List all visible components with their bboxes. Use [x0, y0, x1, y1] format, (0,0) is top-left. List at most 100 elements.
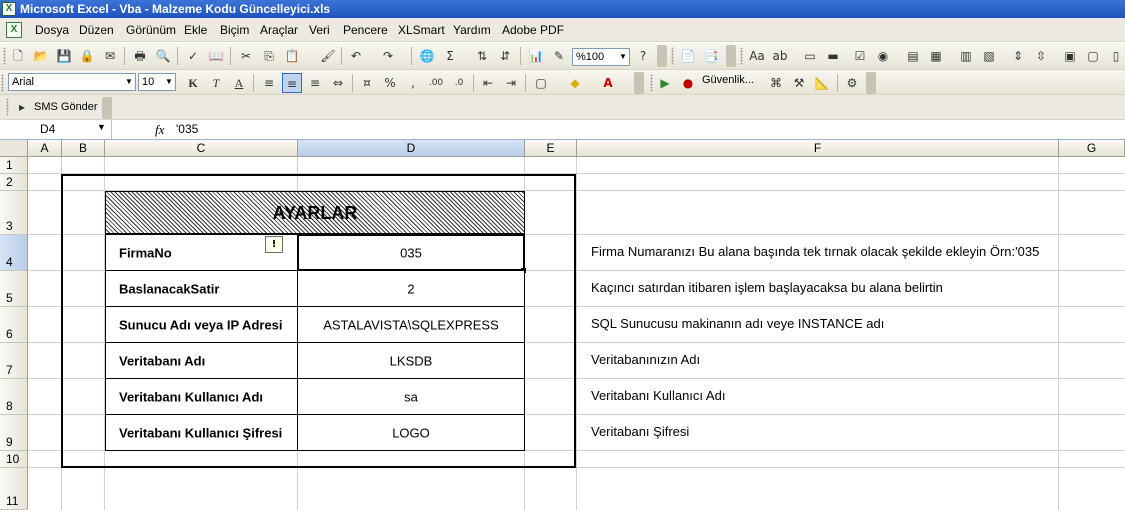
setting-value-cell[interactable]: sa [297, 378, 525, 415]
setting-note[interactable]: Firma Numaranızı Bu alana başında tek tı… [591, 244, 1039, 259]
row-header-7[interactable]: 7 [0, 343, 28, 379]
research-icon[interactable]: 📖 [206, 46, 226, 66]
vba-editor-icon[interactable]: ⌘ [766, 73, 786, 93]
toolbar-grip[interactable] [650, 74, 653, 92]
listbox-control-icon[interactable]: ▤ [903, 46, 923, 66]
setting-value-cell[interactable]: ASTALAVISTA\SQLEXPRESS [297, 306, 525, 343]
name-box[interactable]: D4 ▼ [0, 120, 112, 139]
groupbox-control-icon[interactable]: ▭ [800, 46, 820, 66]
increase-decimal-icon[interactable]: .00 [426, 73, 446, 93]
properties-icon[interactable]: ⇕ [1008, 46, 1028, 66]
undo-icon[interactable]: ↶ [346, 46, 366, 66]
setting-note[interactable]: Kaçıncı satırdan itibaren işlem başlayac… [591, 280, 943, 295]
toolbar-grip[interactable] [3, 47, 6, 65]
bold-icon[interactable]: K [183, 73, 203, 93]
zoom-select[interactable]: %100 ▼ [572, 48, 630, 66]
menu-window[interactable]: Pencere [343, 23, 388, 37]
menu-tools[interactable]: Araçlar [260, 23, 298, 37]
setting-note[interactable]: Veritabanınızın Adı [591, 352, 700, 367]
copy-icon[interactable]: ⎘ [259, 46, 279, 66]
run-dialog-icon[interactable]: ▢ [1083, 46, 1103, 66]
security-button[interactable]: Güvenlik... [702, 74, 754, 86]
row-header-4[interactable]: 4 [0, 235, 28, 271]
menu-format[interactable]: Biçim [220, 23, 249, 37]
toolbar-overflow[interactable] [102, 97, 112, 119]
currency-icon[interactable]: ¤ [357, 73, 377, 93]
row-header-3[interactable]: 3 [0, 191, 28, 235]
sort-ascending-icon[interactable]: ⇅ [472, 46, 492, 66]
percent-icon[interactable]: % [380, 73, 400, 93]
edit-code-icon[interactable]: ⇳ [1031, 46, 1051, 66]
borders-icon[interactable]: ▢ [531, 73, 551, 93]
chevron-down-icon[interactable]: ▼ [97, 122, 106, 132]
toolbar-grip[interactable] [1, 74, 4, 92]
column-header-b[interactable]: B [62, 140, 105, 157]
column-header-c[interactable]: C [105, 140, 298, 157]
scrollbar-control-icon[interactable]: ▥ [956, 46, 976, 66]
setting-label-cell[interactable]: Veritabanı Kullanıcı Adı [105, 378, 298, 415]
formula-input[interactable]: '035 [176, 122, 198, 136]
comma-style-icon[interactable]: , [403, 73, 423, 93]
column-header-a[interactable]: A [28, 140, 62, 157]
sms-send-button[interactable]: SMS Gönder [34, 101, 98, 113]
toolbar-grip[interactable] [671, 47, 674, 65]
combobox-control-icon[interactable]: ▦ [926, 46, 946, 66]
setting-label-cell[interactable]: Veritabanı Adı [105, 342, 298, 379]
print-icon[interactable]: 🖶 [130, 46, 150, 66]
worksheet-grid[interactable]: A B C D E F G 1 2 3 4 5 6 7 8 9 10 11 AY… [0, 140, 1125, 510]
select-all-corner[interactable] [0, 140, 28, 157]
menu-file[interactable]: Dosya [35, 23, 69, 37]
error-warning-icon[interactable]: ! [265, 236, 283, 253]
drawing-icon[interactable]: ✎ [549, 46, 569, 66]
controls-toolbox-icon[interactable]: ⚒ [789, 73, 809, 93]
row-header-6[interactable]: 6 [0, 307, 28, 343]
menu-insert[interactable]: Ekle [184, 23, 207, 37]
design-mode-icon[interactable]: 📐 [812, 73, 832, 93]
save-icon[interactable]: 💾 [54, 46, 74, 66]
increase-indent-icon[interactable]: ⇥ [501, 73, 521, 93]
row-header-1[interactable]: 1 [0, 157, 28, 174]
align-right-icon[interactable]: ≡ [305, 73, 325, 93]
toolbar-grip[interactable] [6, 98, 9, 116]
setting-note[interactable]: SQL Sunucusu makinanın adı veye INSTANCE… [591, 316, 884, 331]
setting-value-cell[interactable]: LOGO [297, 414, 525, 451]
toolbar-overflow[interactable] [726, 45, 736, 67]
menu-adobe-pdf[interactable]: Adobe PDF [502, 23, 564, 37]
menu-view[interactable]: Görünüm [126, 23, 176, 37]
font-color-icon[interactable]: A [598, 73, 618, 93]
toolbar-overflow[interactable] [657, 45, 667, 67]
chart-wizard-icon[interactable]: 📊 [526, 46, 546, 66]
toolbar-overflow[interactable] [866, 72, 876, 94]
pdf-mail-icon[interactable]: 📑 [701, 46, 721, 66]
row-header-2[interactable]: 2 [0, 174, 28, 191]
toolbar-grip[interactable] [740, 47, 743, 65]
decrease-decimal-icon[interactable]: .0 [449, 73, 469, 93]
setting-note[interactable]: Veritabanı Şifresi [591, 424, 689, 439]
setting-value-cell[interactable]: LKSDB [297, 342, 525, 379]
column-header-d[interactable]: D [298, 140, 525, 157]
font-size-select[interactable]: 10 ▼ [138, 73, 176, 91]
spelling-icon[interactable]: ✓ [183, 46, 203, 66]
setting-label-cell[interactable]: Sunucu Adı veya IP Adresi [105, 306, 298, 343]
settings-header[interactable]: AYARLAR [105, 191, 525, 234]
column-header-g[interactable]: G [1059, 140, 1125, 157]
setting-label-cell[interactable]: BaslanacakSatir [105, 270, 298, 307]
checkbox-control-icon[interactable]: ☑ [850, 46, 870, 66]
autosum-icon[interactable]: Σ [440, 46, 460, 66]
menu-data[interactable]: Veri [309, 23, 330, 37]
row-header-5[interactable]: 5 [0, 271, 28, 307]
pdf-convert-icon[interactable]: 📄 [678, 46, 698, 66]
underline-icon[interactable]: A [229, 73, 249, 93]
email-icon[interactable]: ✉ [100, 46, 120, 66]
setting-note[interactable]: Veritabanı Kullanıcı Adı [591, 388, 725, 403]
option-control-icon[interactable]: ◉ [873, 46, 893, 66]
format-painter-icon[interactable]: 🖌 [318, 46, 338, 66]
column-header-f[interactable]: F [577, 140, 1059, 157]
setting-value-cell[interactable]: 035 [297, 234, 525, 271]
permission-icon[interactable]: 🔒 [77, 46, 97, 66]
print-preview-icon[interactable]: 🔍 [153, 46, 173, 66]
italic-icon[interactable]: T [206, 73, 226, 93]
align-left-icon[interactable]: ≡ [259, 73, 279, 93]
label-control-icon[interactable]: Aa [747, 46, 767, 66]
open-icon[interactable]: 📂 [31, 46, 51, 66]
